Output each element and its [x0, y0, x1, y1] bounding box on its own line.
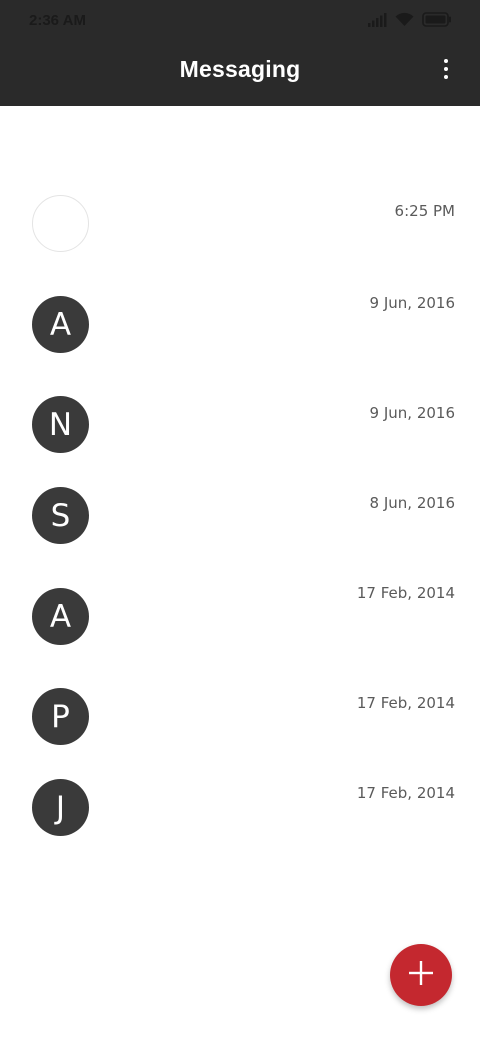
status-time: 2:36 AM — [29, 12, 86, 29]
conversation-date: 8 Jun, 2016 — [369, 494, 455, 512]
more-options-button[interactable] — [436, 56, 456, 86]
plus-icon — [408, 960, 434, 991]
conversation-date: 17 Feb, 2014 — [356, 784, 455, 802]
conversation-date: 17 Feb, 2014 — [356, 584, 455, 602]
battery-icon — [422, 12, 452, 27]
more-vert-icon — [443, 58, 449, 85]
signal-icon — [367, 12, 387, 27]
avatar: J — [32, 779, 89, 836]
conversation-item[interactable]: J 17 Feb, 2014 — [0, 778, 480, 868]
avatar — [32, 195, 89, 252]
app-bar: 2:36 AM Messaging — [0, 0, 480, 106]
avatar: S — [32, 487, 89, 544]
conversation-item[interactable]: N 9 Jun, 2016 — [0, 394, 480, 484]
avatar: A — [32, 588, 89, 645]
page-title: Messaging — [179, 56, 301, 82]
conversation-item[interactable]: 6:25 PM — [0, 194, 480, 284]
status-bar: 2:36 AM — [0, 0, 480, 44]
conversation-date: 17 Feb, 2014 — [356, 694, 455, 712]
avatar: P — [32, 688, 89, 745]
conversation-date: 9 Jun, 2016 — [369, 294, 455, 312]
new-message-button[interactable] — [390, 944, 452, 1006]
avatar: N — [32, 396, 89, 453]
wifi-icon — [395, 12, 414, 27]
conversation-date: 9 Jun, 2016 — [369, 404, 455, 422]
conversation-item[interactable]: P 17 Feb, 2014 — [0, 686, 480, 776]
status-icons — [367, 12, 452, 27]
conversation-date: 6:25 PM — [394, 202, 455, 220]
conversation-item[interactable]: A 9 Jun, 2016 — [0, 294, 480, 384]
conversation-item[interactable]: A 17 Feb, 2014 — [0, 584, 480, 676]
avatar: A — [32, 296, 89, 353]
conversation-item[interactable]: S 8 Jun, 2016 — [0, 486, 480, 576]
